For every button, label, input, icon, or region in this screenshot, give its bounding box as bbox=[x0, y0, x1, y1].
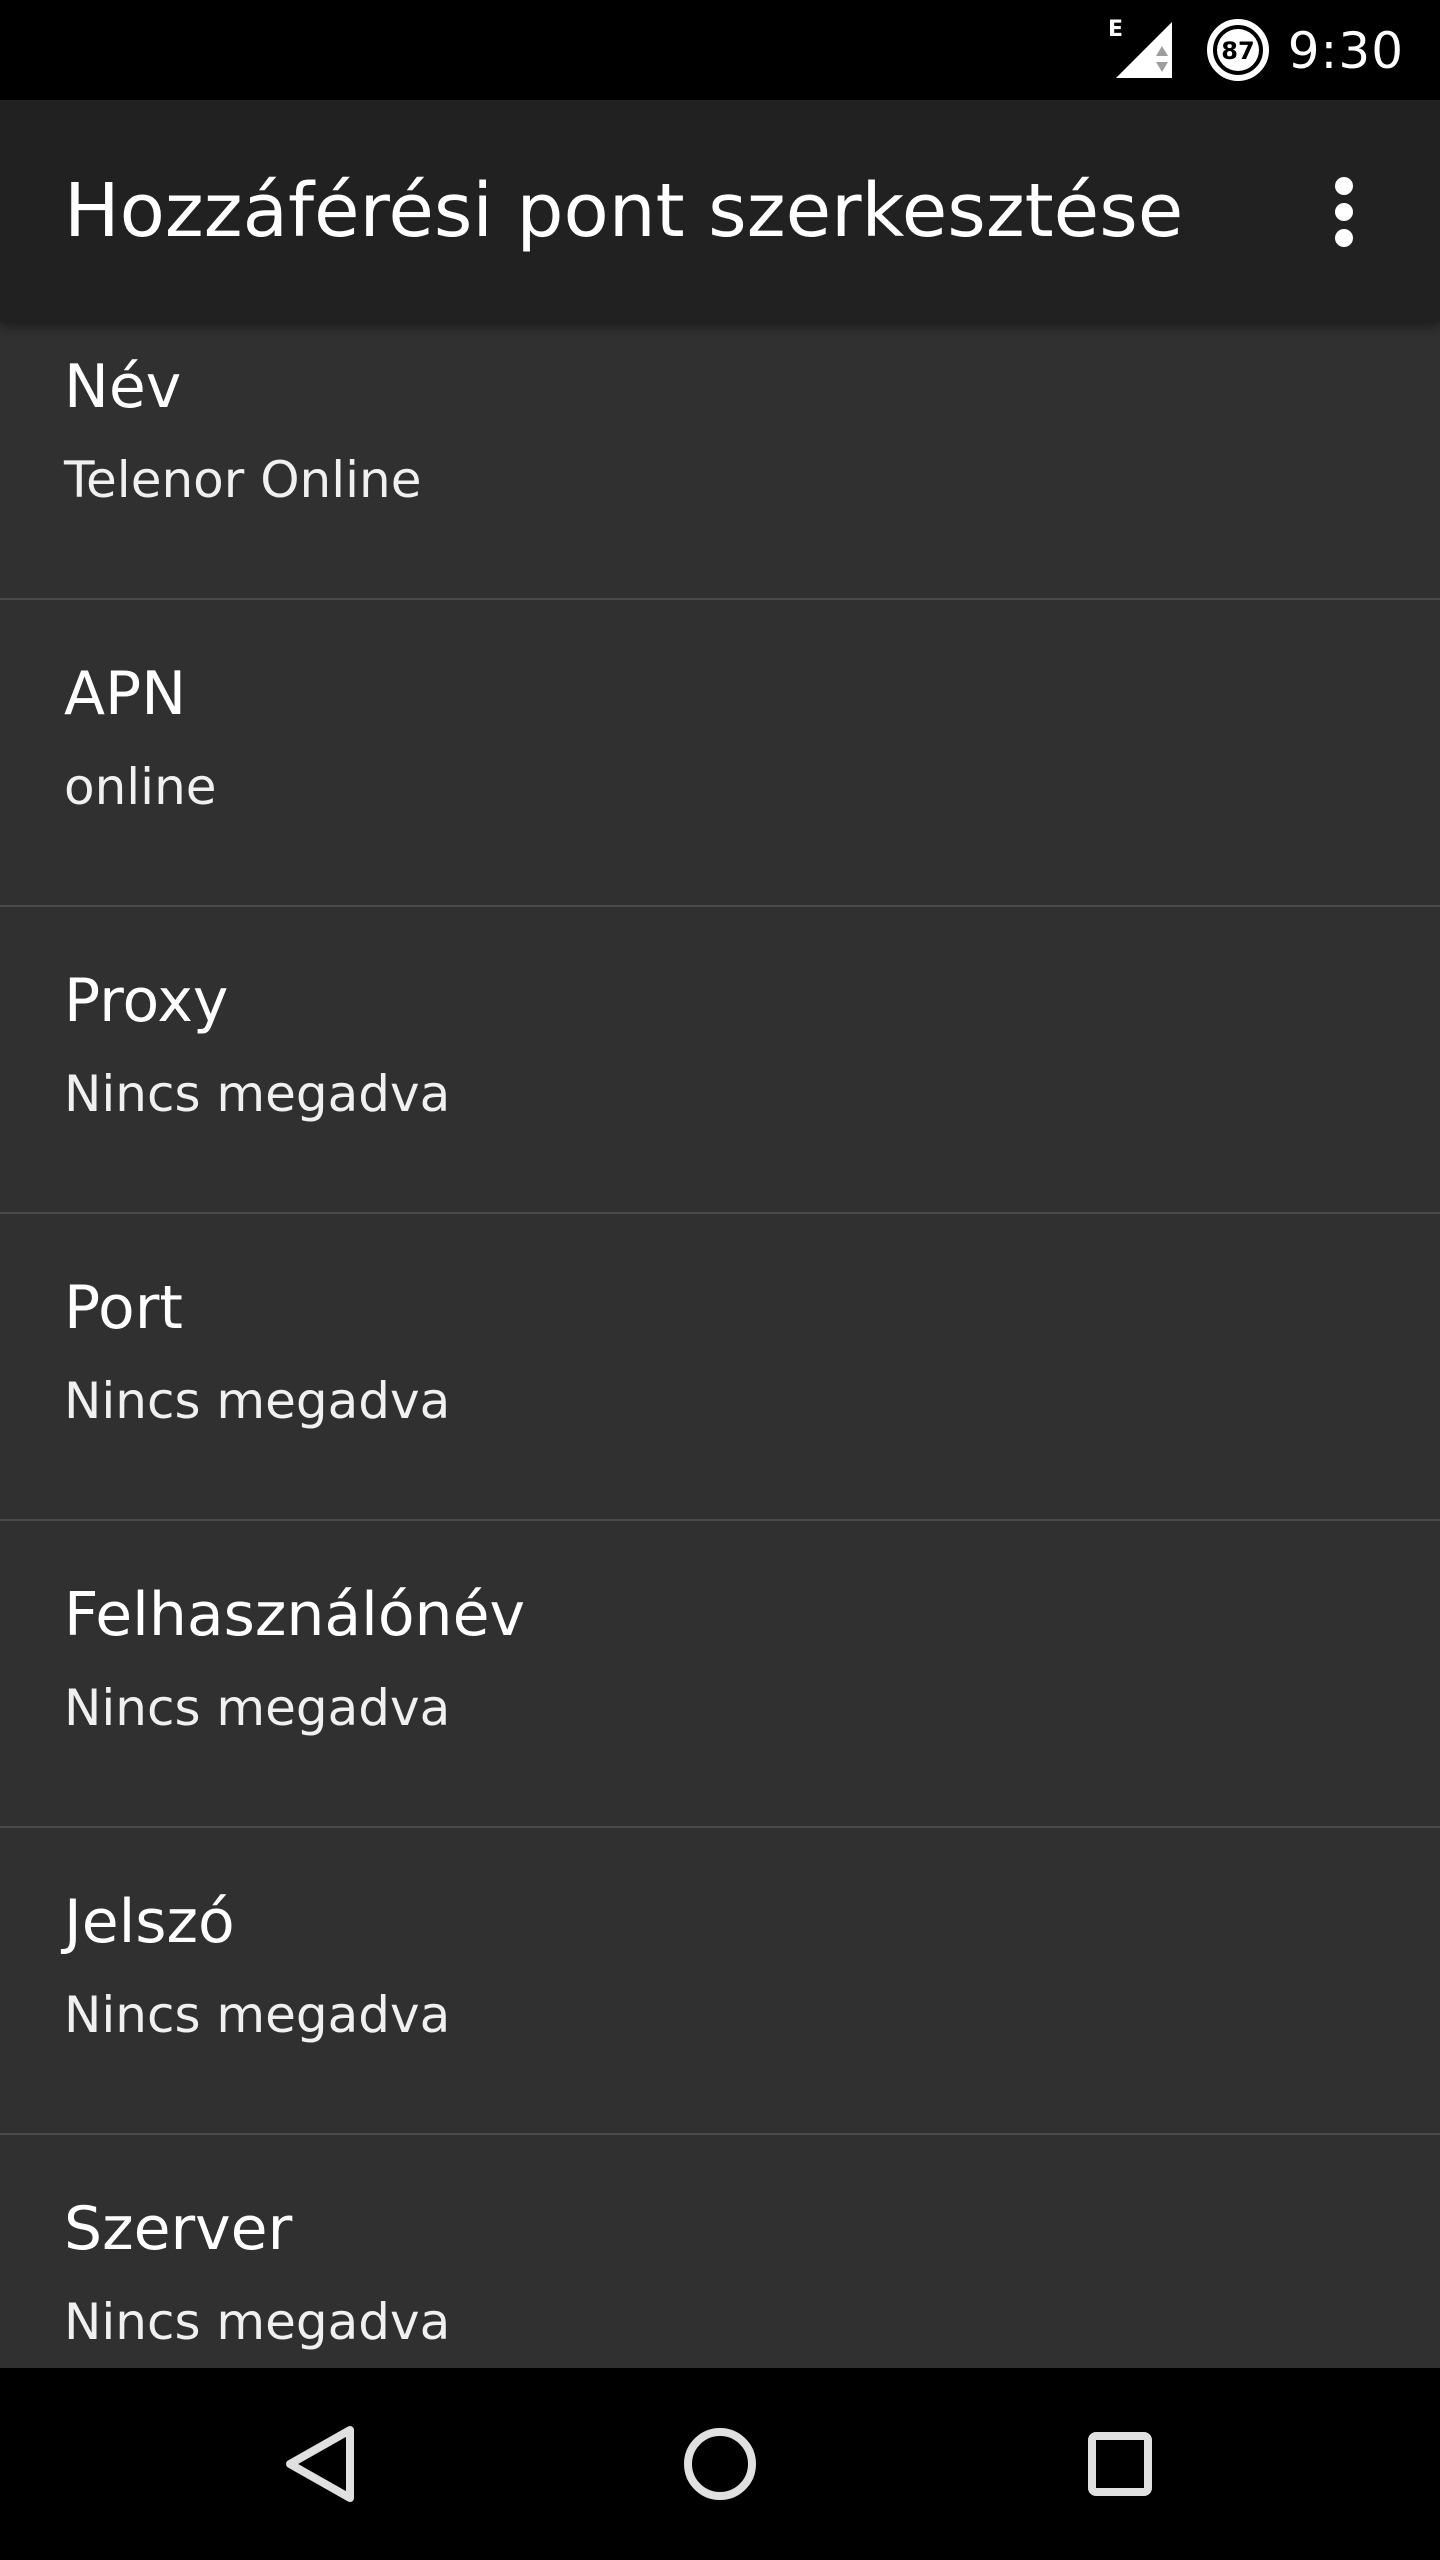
signal-icon: E bbox=[1108, 18, 1172, 78]
preference-list[interactable]: Név Telenor Online APN online Proxy Ninc… bbox=[0, 322, 1440, 2368]
pref-title: Proxy bbox=[64, 966, 229, 1036]
pref-item-port[interactable]: Port Nincs megadva bbox=[0, 1214, 1440, 1521]
back-icon[interactable] bbox=[260, 2404, 380, 2524]
pref-summary: Nincs megadva bbox=[64, 2293, 451, 2351]
pref-title: Jelszó bbox=[64, 1887, 235, 1957]
pref-item-apn[interactable]: APN online bbox=[0, 600, 1440, 907]
pref-summary: Nincs megadva bbox=[64, 1986, 451, 2044]
pref-title: Port bbox=[64, 1273, 183, 1343]
app-bar: Hozzáférési pont szerkesztése bbox=[0, 100, 1440, 322]
battery-level-label: 87 bbox=[1221, 37, 1254, 65]
recents-icon[interactable] bbox=[1060, 2404, 1180, 2524]
pref-title: Felhasználónév bbox=[64, 1580, 525, 1650]
navigation-bar bbox=[0, 2368, 1440, 2560]
status-bar: E 87 9:30 bbox=[0, 0, 1440, 100]
pref-summary: Nincs megadva bbox=[64, 1065, 451, 1123]
network-type-label: E bbox=[1108, 18, 1123, 42]
pref-title: Név bbox=[64, 352, 182, 422]
pref-item-username[interactable]: Felhasználónév Nincs megadva bbox=[0, 1521, 1440, 1828]
pref-summary: Nincs megadva bbox=[64, 1372, 451, 1430]
status-time: 9:30 bbox=[1287, 22, 1404, 80]
pref-summary: Telenor Online bbox=[64, 451, 422, 509]
pref-summary: Nincs megadva bbox=[64, 1679, 451, 1737]
pref-item-proxy[interactable]: Proxy Nincs megadva bbox=[0, 907, 1440, 1214]
more-vert-icon[interactable] bbox=[1304, 162, 1384, 262]
pref-item-server[interactable]: Szerver Nincs megadva bbox=[0, 2135, 1440, 2368]
pref-summary: online bbox=[64, 758, 217, 816]
pref-item-password[interactable]: Jelszó Nincs megadva bbox=[0, 1828, 1440, 2135]
home-icon[interactable] bbox=[660, 2404, 780, 2524]
pref-item-name[interactable]: Név Telenor Online bbox=[0, 322, 1440, 600]
pref-title: Szerver bbox=[64, 2194, 293, 2264]
page-title: Hozzáférési pont szerkesztése bbox=[64, 168, 1184, 254]
battery-icon: 87 bbox=[1207, 19, 1269, 81]
pref-title: APN bbox=[64, 659, 187, 729]
